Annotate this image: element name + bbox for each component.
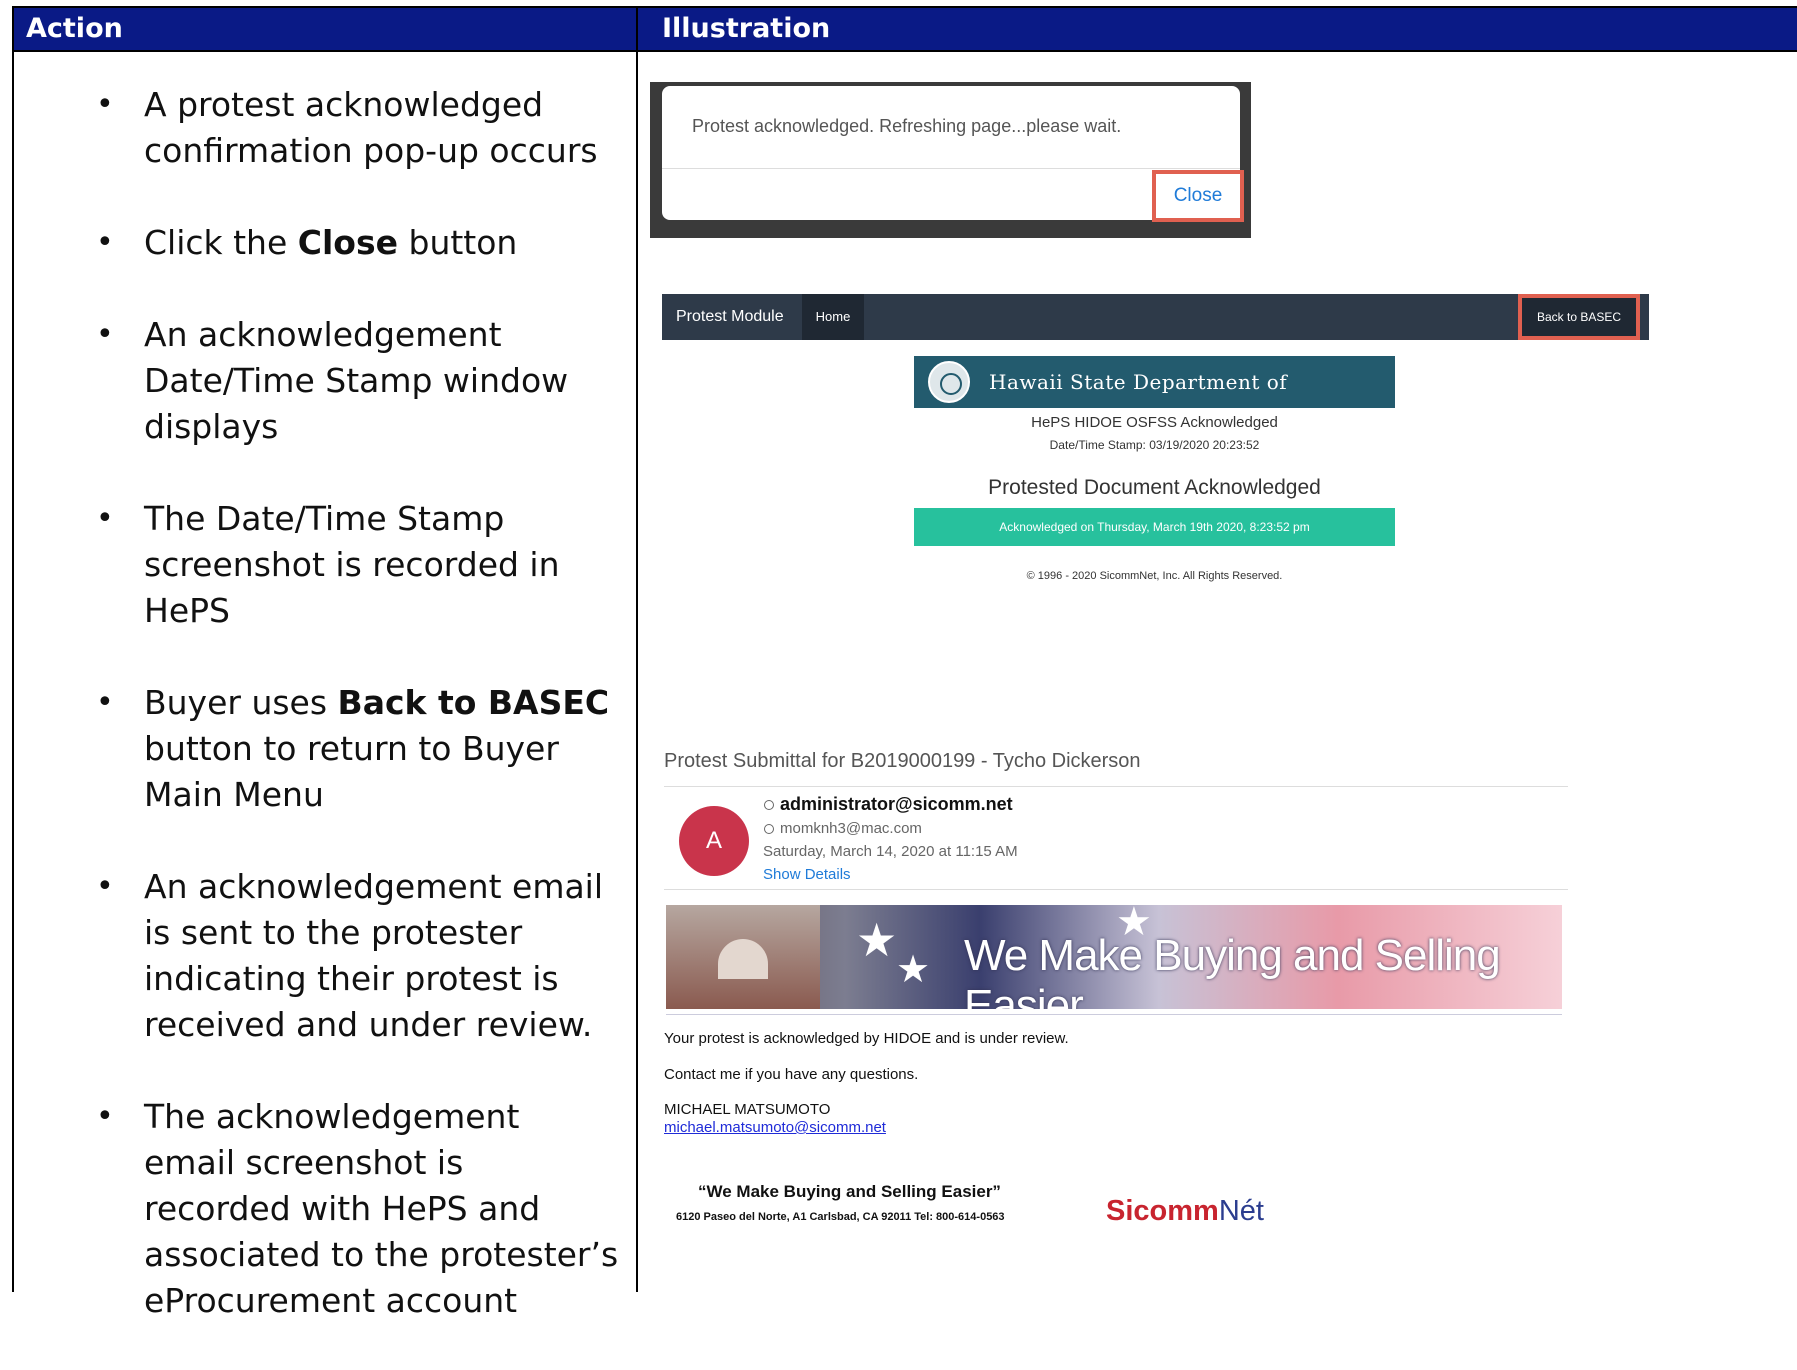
header-action: Action (26, 13, 123, 44)
popup-screenshot: Protest acknowledged. Refreshing page...… (650, 82, 1251, 238)
action-item: An acknowledgement email is sent to the … (80, 864, 620, 1048)
show-details-link[interactable]: Show Details (763, 866, 851, 883)
column-divider (636, 8, 638, 1292)
ack-heading: Protested Document Acknowledged (988, 476, 1321, 499)
avatar: A (679, 806, 749, 876)
close-button[interactable]: Close (1152, 170, 1244, 222)
sicommnet-logo: SicommNét (1106, 1195, 1264, 1227)
circle-icon (764, 800, 774, 811)
nav-title: Protest Module (676, 308, 784, 325)
capitol-image (666, 905, 820, 1009)
email-subject: Protest Submittal for B2019000199 - Tych… (664, 750, 1141, 772)
promo-text: We Make Buying and Selling Easier. (964, 931, 1501, 1009)
action-item: The Date/Time Stamp screenshot is record… (80, 496, 620, 634)
ack-title: HePS HIDOE OSFSS Acknowledged (1031, 414, 1278, 431)
divider (664, 889, 1568, 890)
circle-icon (764, 824, 774, 835)
email-to: momknh3@mac.com (764, 820, 922, 837)
table-header: Action Illustration (14, 8, 1797, 52)
acknowledged-status-bar: Acknowledged on Thursday, March 19th 202… (914, 508, 1395, 546)
signature-tagline: “We Make Buying and Selling Easier” (698, 1182, 1001, 1201)
email-date: Saturday, March 14, 2020 at 11:15 AM (763, 843, 1018, 860)
protest-module-navbar: Protest Module Home Back to BASEC (662, 294, 1649, 340)
promo-banner: ★ ★ ★ We Make Buying and Selling Easier. (666, 905, 1562, 1009)
sender-name: MICHAEL MATSUMOTO (664, 1101, 831, 1118)
action-item: A protest acknowledged confirmation pop-… (80, 82, 620, 174)
star-icon: ★ (896, 949, 931, 991)
divider (662, 168, 1240, 169)
date-time-stamp: Date/Time Stamp: 03/19/2020 20:23:52 (1049, 438, 1260, 452)
divider (664, 786, 1568, 787)
email-body-line: Contact me if you have any questions. (664, 1066, 919, 1083)
star-icon: ★ (856, 914, 898, 966)
confirmation-dialog: Protest acknowledged. Refreshing page...… (662, 86, 1244, 222)
copyright: © 1996 - 2020 SicommNet, Inc. All Rights… (1026, 570, 1283, 582)
nav-home-link[interactable]: Home (802, 294, 864, 340)
email-body-line: Your protest is acknowledged by HIDOE an… (664, 1030, 1069, 1047)
action-list: A protest acknowledged confirmation pop-… (80, 82, 620, 1370)
action-item: Click the Close button (80, 220, 620, 266)
divider (666, 1014, 1562, 1015)
action-item: An acknowledgement Date/Time Stamp windo… (80, 312, 620, 450)
dialog-message: Protest acknowledged. Refreshing page...… (692, 116, 1122, 136)
action-item: Buyer uses Back to BASEC button to retur… (80, 680, 620, 818)
doe-banner: Hawaii State Department of Education (914, 356, 1395, 446)
sender-email-link[interactable]: michael.matsumoto@sicomm.net (664, 1119, 886, 1136)
email-from: administrator@sicomm.net (764, 794, 1013, 815)
state-seal-icon (928, 361, 970, 403)
back-to-basec-button[interactable]: Back to BASEC (1518, 294, 1640, 340)
header-illustration: Illustration (662, 13, 831, 44)
signature-address: 6120 Paseo del Norte, A1 Carlsbad, CA 92… (676, 1211, 1005, 1223)
